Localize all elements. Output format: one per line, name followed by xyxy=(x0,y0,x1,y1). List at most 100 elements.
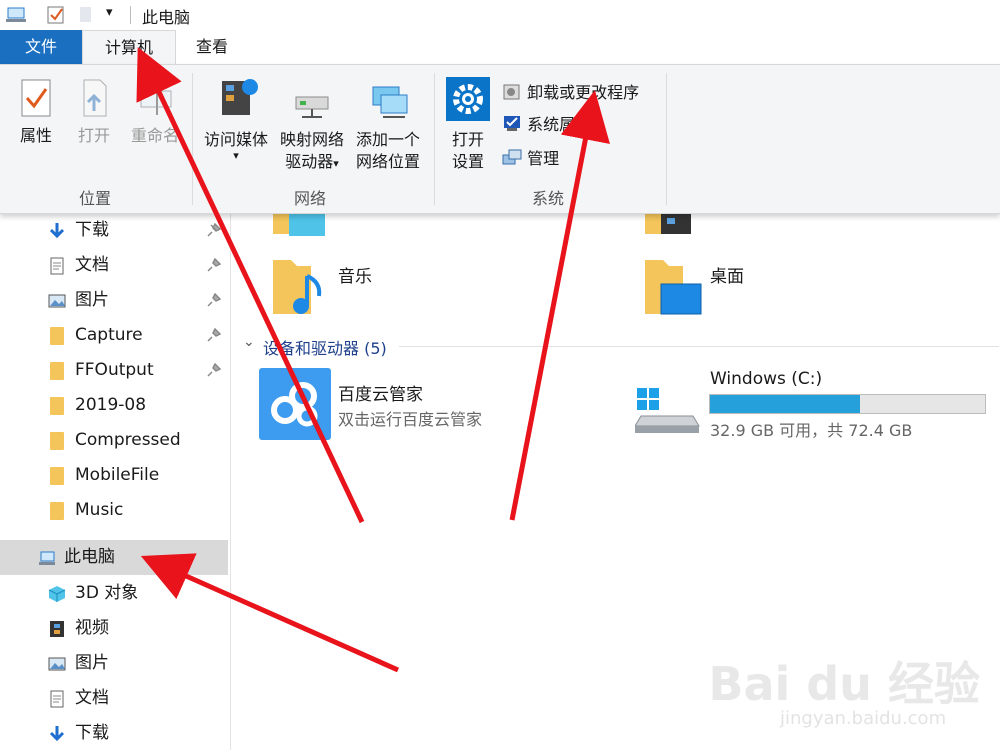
group-label-location: 位置 xyxy=(78,189,111,208)
tab-computer[interactable]: 计算机 xyxy=(82,30,176,66)
access-media-dropdown-icon[interactable]: ▾ xyxy=(198,150,274,161)
nav-item-label: Music xyxy=(75,500,124,520)
nav-item-downloads-pc[interactable]: 下载 xyxy=(0,716,228,751)
new-folder-icon[interactable] xyxy=(78,5,94,25)
title-bar: ▾ 此电脑 xyxy=(0,0,1000,30)
nav-item-this-pc[interactable]: 此电脑 xyxy=(0,540,228,575)
map-drive-dropdown-icon[interactable]: ▾ xyxy=(333,157,339,170)
device-baidu-cloud[interactable]: 百度云管家 双击运行百度云管家 xyxy=(259,366,559,440)
map-drive-label-1: 映射网络 xyxy=(279,130,344,149)
nav-item-ffoutput[interactable]: FFOutput xyxy=(0,353,228,388)
open-settings-label-2: 设置 xyxy=(451,152,484,171)
manage-button[interactable]: 管理 xyxy=(502,145,559,173)
uninstall-program-button[interactable]: 卸载或更改程序 xyxy=(502,79,639,107)
rename-icon xyxy=(140,83,172,115)
manage-icon xyxy=(502,149,522,165)
quick-access-dropdown-icon[interactable]: ▾ xyxy=(106,5,113,20)
section-divider-line xyxy=(399,346,999,347)
nav-item-label: MobileFile xyxy=(75,465,160,485)
properties-button[interactable]: 属性 xyxy=(10,77,62,147)
picture-icon xyxy=(48,657,66,671)
folder-icon xyxy=(50,362,64,380)
tab-file[interactable]: 文件 xyxy=(0,30,82,64)
nav-item-2019-08[interactable]: 2019-08 xyxy=(0,388,228,423)
nav-item-label: 文档 xyxy=(75,255,109,275)
videos-folder-icon[interactable] xyxy=(645,212,701,236)
pin-icon[interactable] xyxy=(207,293,221,307)
nav-item-label: 文档 xyxy=(75,688,109,708)
add-location-label-2: 网络位置 xyxy=(355,152,420,171)
drive-windows-c[interactable]: Windows (C:) 32.9 GB 可用，共 72.4 GB xyxy=(635,366,995,440)
nav-item-label: 3D 对象 xyxy=(75,583,139,603)
nav-item-label: 图片 xyxy=(75,290,109,310)
properties-check-icon[interactable] xyxy=(46,5,66,25)
desktop-folder-icon xyxy=(645,260,702,315)
folder-icon xyxy=(50,432,64,450)
folder-music[interactable]: 音乐 xyxy=(271,252,471,322)
nav-item-documents[interactable]: 文档 xyxy=(0,248,228,283)
nav-item-videos[interactable]: 视频 xyxy=(0,611,228,646)
nav-item-3d-objects[interactable]: 3D 对象 xyxy=(0,576,228,611)
folder-icon xyxy=(50,467,64,485)
access-media-label: 访问媒体 xyxy=(203,130,268,149)
folder-desktop[interactable]: 桌面 xyxy=(643,252,843,322)
nav-item-mobilefile[interactable]: MobileFile xyxy=(0,458,228,493)
pin-icon[interactable] xyxy=(207,328,221,342)
video-film-icon xyxy=(50,621,64,637)
computer-icon xyxy=(6,7,26,22)
3d-objects-folder-icon[interactable] xyxy=(273,212,329,238)
add-network-location-button[interactable]: 添加一个 网络位置 xyxy=(350,83,426,173)
system-properties-label: 系统属性 xyxy=(527,115,592,134)
nav-item-documents-pc[interactable]: 文档 xyxy=(0,681,228,716)
nav-item-capture[interactable]: Capture xyxy=(0,318,228,353)
section-header-devices[interactable]: ⌄ 设备和驱动器 (5) xyxy=(241,332,1000,360)
window-title: 此电脑 xyxy=(142,8,191,27)
folder-icon xyxy=(50,502,64,520)
nav-item-music[interactable]: Music xyxy=(0,493,228,528)
hard-drive-windows-icon xyxy=(635,388,700,433)
watermark-url: jingyan.baidu.com xyxy=(780,708,947,729)
folder-icon xyxy=(50,327,64,345)
pin-icon[interactable] xyxy=(207,258,221,272)
nav-item-downloads[interactable]: 下载 xyxy=(0,213,228,248)
map-network-drive-button[interactable]: 映射网络 驱动器▾ xyxy=(274,87,350,175)
access-media-button[interactable]: 访问媒体 ▾ xyxy=(198,73,274,161)
ribbon: 属性 打开 重命名 位置 访问媒体 ▾ 映射网络 驱动器▾ 添加一个 网络位置 … xyxy=(0,64,1000,214)
open-label: 打开 xyxy=(77,126,110,145)
tab-view[interactable]: 查看 xyxy=(180,30,244,64)
document-icon xyxy=(50,257,64,275)
add-location-label-1: 添加一个 xyxy=(355,130,420,149)
watermark-brand: Bai du 经验 xyxy=(708,657,980,711)
nav-item-label: 下载 xyxy=(75,723,109,743)
nav-item-label: Capture xyxy=(75,325,143,345)
cube-3d-icon xyxy=(48,586,66,602)
title-separator xyxy=(130,6,131,24)
ribbon-tab-strip: 文件 计算机 查看 xyxy=(0,30,1000,66)
baidu-cloud-app-icon xyxy=(259,368,331,440)
map-drive-label-2: 驱动器 xyxy=(285,152,334,171)
computer-icon xyxy=(39,551,55,565)
ribbon-separator xyxy=(192,73,193,205)
open-icon xyxy=(83,79,107,117)
nav-item-pictures[interactable]: 图片 xyxy=(0,283,228,318)
document-icon xyxy=(50,690,64,708)
media-icon xyxy=(222,79,258,115)
open-settings-button[interactable]: 打开 设置 xyxy=(440,75,496,173)
device-description: 双击运行百度云管家 xyxy=(338,410,483,429)
nav-item-pictures-pc[interactable]: 图片 xyxy=(0,646,228,681)
drive-free-space: 32.9 GB 可用，共 72.4 GB xyxy=(710,421,913,440)
pin-icon[interactable] xyxy=(207,363,221,377)
open-button[interactable]: 打开 xyxy=(68,77,120,147)
system-properties-button[interactable]: 系统属性 xyxy=(502,111,591,139)
music-folder-icon xyxy=(273,260,322,314)
uninstall-label: 卸载或更改程序 xyxy=(527,83,640,102)
nav-item-compressed[interactable]: Compressed xyxy=(0,423,228,458)
ribbon-separator xyxy=(666,73,667,205)
properties-label: 属性 xyxy=(19,126,52,145)
rename-button[interactable]: 重命名 xyxy=(124,77,186,147)
drive-name: Windows (C:) xyxy=(710,369,823,389)
settings-gear-icon xyxy=(446,77,490,121)
nav-item-label: Compressed xyxy=(75,430,181,450)
pin-icon[interactable] xyxy=(207,223,221,237)
open-settings-label-1: 打开 xyxy=(451,130,484,149)
